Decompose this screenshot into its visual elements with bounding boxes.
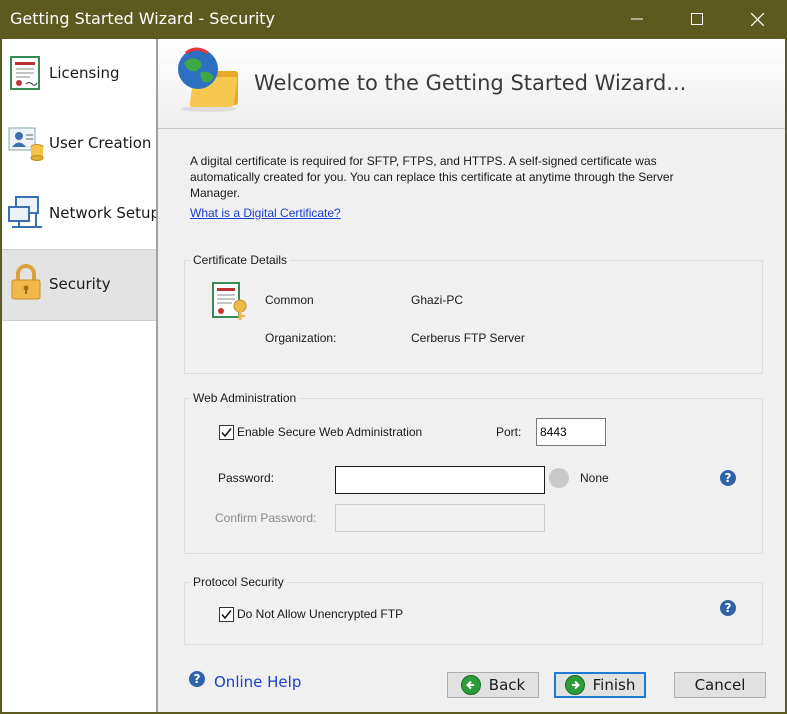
checkmark-icon [221, 428, 232, 438]
online-help-icon[interactable]: ? [189, 671, 205, 687]
organization-label: Organization: [265, 331, 337, 345]
organization-value: Cerberus FTP Server [411, 331, 525, 345]
sidebar-item-label: Security [49, 275, 111, 293]
back-button-label: Back [488, 676, 526, 694]
user-database-icon [8, 127, 44, 161]
intro-line-1: A digital certificate is required for SF… [190, 154, 657, 168]
sidebar-item-label: Network Setup [49, 204, 161, 222]
sidebar-item-label: Licensing [49, 64, 120, 82]
common-name-label: Common [265, 293, 314, 307]
confirm-password-input[interactable] [335, 504, 545, 532]
certificate-icon [212, 282, 247, 320]
maximize-icon [691, 13, 703, 25]
help-icon[interactable]: ? [720, 600, 736, 616]
minimize-icon [631, 18, 643, 20]
password-label: Password: [218, 471, 275, 485]
enable-web-admin-label[interactable]: Enable Secure Web Administration [237, 425, 422, 439]
network-icon [8, 196, 42, 228]
certificate-details-label: Certificate Details [190, 253, 291, 267]
disallow-unencrypted-ftp-label[interactable]: Do Not Allow Unencrypted FTP [237, 607, 403, 621]
web-administration-label: Web Administration [190, 391, 300, 405]
arrow-right-icon [564, 675, 585, 695]
common-name-value: Ghazi-PC [411, 293, 464, 307]
sidebar-item-licensing[interactable]: Licensing [2, 39, 156, 109]
banner-title: Welcome to the Getting Started Wizard... [254, 71, 687, 95]
title-bar[interactable]: Getting Started Wizard - Security [0, 0, 787, 38]
enable-web-admin-checkbox[interactable] [219, 425, 234, 440]
sidebar-item-label: User Creation [49, 134, 152, 152]
password-strength-label: None [580, 471, 609, 485]
close-icon [750, 12, 764, 26]
lock-icon [11, 264, 41, 300]
intro-line-2: automatically created for you. You can r… [190, 170, 674, 184]
sidebar-item-network-setup[interactable]: Network Setup [2, 179, 160, 249]
disallow-unencrypted-ftp-checkbox[interactable] [219, 607, 234, 622]
protocol-security-label: Protocol Security [190, 575, 287, 589]
confirm-password-label: Confirm Password: [215, 511, 317, 525]
port-label: Port: [496, 425, 522, 439]
intro-text: A digital certificate is required for SF… [190, 153, 760, 201]
help-icon[interactable]: ? [720, 470, 736, 486]
sidebar: Licensing User Creation Network Setup Se… [2, 39, 160, 712]
password-input[interactable] [335, 466, 545, 494]
finish-button-label: Finish [592, 676, 636, 694]
arrow-left-icon [460, 675, 481, 695]
cancel-button[interactable]: Cancel [674, 672, 766, 698]
globe-folder-icon [178, 47, 238, 112]
certificate-details-group [184, 260, 763, 374]
window-title: Getting Started Wizard - Security [10, 9, 276, 28]
checkmark-icon [221, 610, 232, 620]
sidebar-item-user-creation[interactable]: User Creation [2, 109, 156, 179]
online-help-link[interactable]: Online Help [214, 673, 301, 691]
back-button[interactable]: Back [447, 672, 539, 698]
sidebar-item-security[interactable]: Security [2, 249, 156, 321]
minimize-button[interactable] [612, 0, 662, 38]
password-strength-indicator [549, 468, 569, 488]
digital-certificate-link[interactable]: What is a Digital Certificate? [190, 206, 341, 220]
intro-line-3: Manager. [190, 186, 241, 200]
finish-button[interactable]: Finish [554, 672, 646, 698]
cancel-button-label: Cancel [694, 676, 746, 694]
port-input[interactable] [536, 418, 606, 446]
certificate-icon [10, 56, 40, 90]
maximize-button[interactable] [672, 0, 722, 38]
close-button[interactable] [732, 0, 782, 38]
